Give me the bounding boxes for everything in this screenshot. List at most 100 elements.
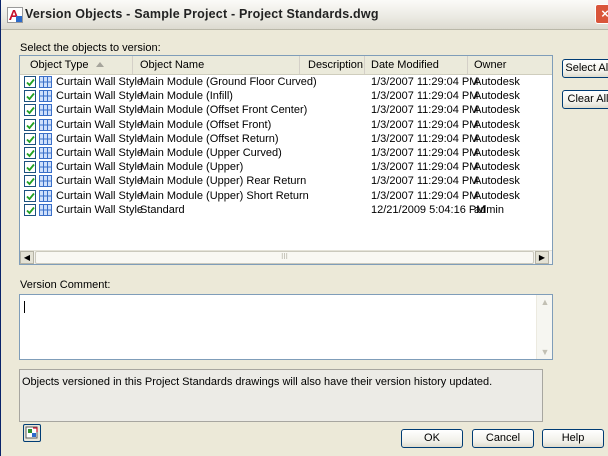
checkmark-icon [26, 107, 35, 115]
table-row[interactable]: Curtain Wall Style Standard 12/21/2009 5:0… [20, 203, 552, 217]
curtain-wall-style-icon [39, 132, 52, 145]
version-comment-input[interactable]: ▲ ▼ [19, 294, 553, 360]
cell-date: 1/3/2007 11:29:04 PM [371, 161, 479, 174]
text-caret [24, 301, 25, 313]
scroll-thumb[interactable]: III [35, 251, 534, 264]
cell-name: Main Module (Offset Front) [140, 118, 272, 131]
table-row[interactable]: Curtain Wall Style Main Module (Offset Re… [20, 132, 552, 146]
checkmark-icon [26, 164, 35, 172]
sort-ascending-icon [95, 62, 104, 67]
column-label: Owner [474, 59, 507, 71]
cell-date: 1/3/2007 11:29:04 PM [371, 189, 479, 202]
list-header: Object Type Object Name Description Date… [20, 56, 552, 75]
row-checkbox[interactable] [24, 118, 36, 131]
column-header-owner[interactable]: Owner [468, 56, 552, 74]
object-viewer-icon[interactable] [23, 424, 41, 442]
curtain-wall-style-icon [39, 90, 52, 103]
column-header-date-modified[interactable]: Date Modified [365, 56, 468, 74]
cell-date: 1/3/2007 11:29:04 PM [371, 175, 479, 188]
ok-button[interactable]: OK [401, 429, 463, 448]
select-all-button[interactable]: Select All [562, 59, 608, 78]
cancel-button[interactable]: Cancel [472, 429, 534, 448]
help-button[interactable]: Help [542, 429, 604, 448]
table-row[interactable]: Curtain Wall Style Main Module (Offset Fr… [20, 118, 552, 132]
cell-name: Main Module (Upper) Short Return [140, 189, 309, 202]
table-row[interactable]: Curtain Wall Style Main Module (Upper) 1/3… [20, 160, 552, 174]
curtain-wall-style-icon [39, 161, 52, 174]
row-checkbox[interactable] [24, 189, 36, 202]
curtain-wall-style-icon [39, 76, 52, 88]
cell-type: Curtain Wall Style [56, 90, 144, 103]
version-comment-label: Version Comment: [20, 279, 111, 291]
scroll-down-icon[interactable]: ▼ [538, 345, 552, 359]
row-checkbox[interactable] [24, 203, 36, 216]
cell-owner: Autodesk [474, 118, 520, 131]
cell-owner: admin [474, 203, 504, 216]
column-header-object-name[interactable]: Object Name [133, 56, 300, 74]
checkmark-icon [26, 93, 35, 101]
cell-type: Curtain Wall Style [56, 203, 144, 216]
title-bar: Version Objects - Sample Project - Proje… [1, 0, 608, 30]
scroll-right-button[interactable]: ▶ [535, 251, 549, 264]
comment-vertical-scrollbar[interactable]: ▲ ▼ [536, 295, 552, 359]
checkmark-icon [26, 135, 35, 144]
row-checkbox[interactable] [24, 132, 36, 145]
cell-type: Curtain Wall Style [56, 132, 144, 145]
cell-owner: Autodesk [474, 175, 520, 188]
info-message: Objects versioned in this Project Standa… [22, 376, 493, 388]
cell-owner: Autodesk [474, 76, 520, 88]
column-header-object-type[interactable]: Object Type [20, 56, 133, 74]
row-checkbox[interactable] [24, 90, 36, 103]
table-row[interactable]: Curtain Wall Style Main Module (Offset Fr… [20, 103, 552, 117]
checkmark-icon [26, 121, 35, 129]
select-objects-label: Select the objects to version: [20, 42, 161, 54]
cell-type: Curtain Wall Style [56, 76, 144, 88]
cell-date: 1/3/2007 11:29:04 PM [371, 104, 479, 117]
checkmark-icon [26, 192, 35, 200]
column-label: Object Type [30, 59, 89, 71]
curtain-wall-style-icon [39, 203, 52, 216]
row-checkbox[interactable] [24, 161, 36, 174]
checkmark-icon [26, 78, 35, 87]
cell-date: 1/3/2007 11:29:04 PM [371, 90, 479, 103]
table-row[interactable]: Curtain Wall Style Main Module (Upper) Re… [20, 174, 552, 188]
cell-name: Main Module (Offset Front Center) [140, 104, 308, 117]
checkmark-icon [26, 178, 35, 186]
scroll-left-button[interactable]: ◀ [20, 251, 34, 264]
info-panel: Objects versioned in this Project Standa… [19, 369, 543, 422]
objects-list[interactable]: Object Type Object Name Description Date… [19, 55, 553, 265]
row-checkbox[interactable] [24, 175, 36, 188]
checkmark-icon [26, 206, 35, 215]
close-button[interactable]: × [595, 4, 608, 24]
curtain-wall-style-icon [39, 175, 52, 188]
scroll-up-icon[interactable]: ▲ [538, 295, 552, 309]
row-checkbox[interactable] [24, 76, 36, 88]
row-checkbox[interactable] [24, 147, 36, 159]
table-row[interactable]: Curtain Wall Style Main Module (Upper Cur… [20, 146, 552, 160]
cell-owner: Autodesk [474, 104, 520, 117]
object-viewer-glyph [25, 426, 38, 439]
row-checkbox[interactable] [24, 104, 36, 117]
cell-date: 1/3/2007 11:29:04 PM [371, 147, 479, 159]
horizontal-scrollbar[interactable]: ◀ III ▶ [20, 250, 552, 264]
column-header-description[interactable]: Description [300, 56, 365, 74]
cell-type: Curtain Wall Style [56, 104, 144, 117]
checkmark-icon [26, 149, 35, 158]
cell-owner: Autodesk [474, 90, 520, 103]
column-label: Date Modified [371, 59, 439, 71]
table-row[interactable]: Curtain Wall Style Main Module (Upper) Sh… [20, 189, 552, 203]
column-label: Object Name [140, 59, 205, 71]
table-row[interactable]: Curtain Wall Style Main Module (Ground Fl… [20, 75, 552, 89]
curtain-wall-style-icon [39, 147, 52, 159]
curtain-wall-style-icon [39, 189, 52, 202]
curtain-wall-style-icon [39, 118, 52, 131]
column-label: Description [308, 59, 364, 71]
cell-name: Standard [140, 203, 185, 216]
table-row[interactable]: Curtain Wall Style Main Module (Infill) 1/… [20, 89, 552, 103]
cell-date: 1/3/2007 11:29:04 PM [371, 118, 479, 131]
version-objects-dialog: Version Objects - Sample Project - Proje… [0, 0, 608, 456]
cell-type: Curtain Wall Style [56, 189, 144, 202]
cell-type: Curtain Wall Style [56, 175, 144, 188]
cell-date: 1/3/2007 11:29:04 PM [371, 76, 479, 88]
clear-all-button[interactable]: Clear All [562, 90, 608, 109]
